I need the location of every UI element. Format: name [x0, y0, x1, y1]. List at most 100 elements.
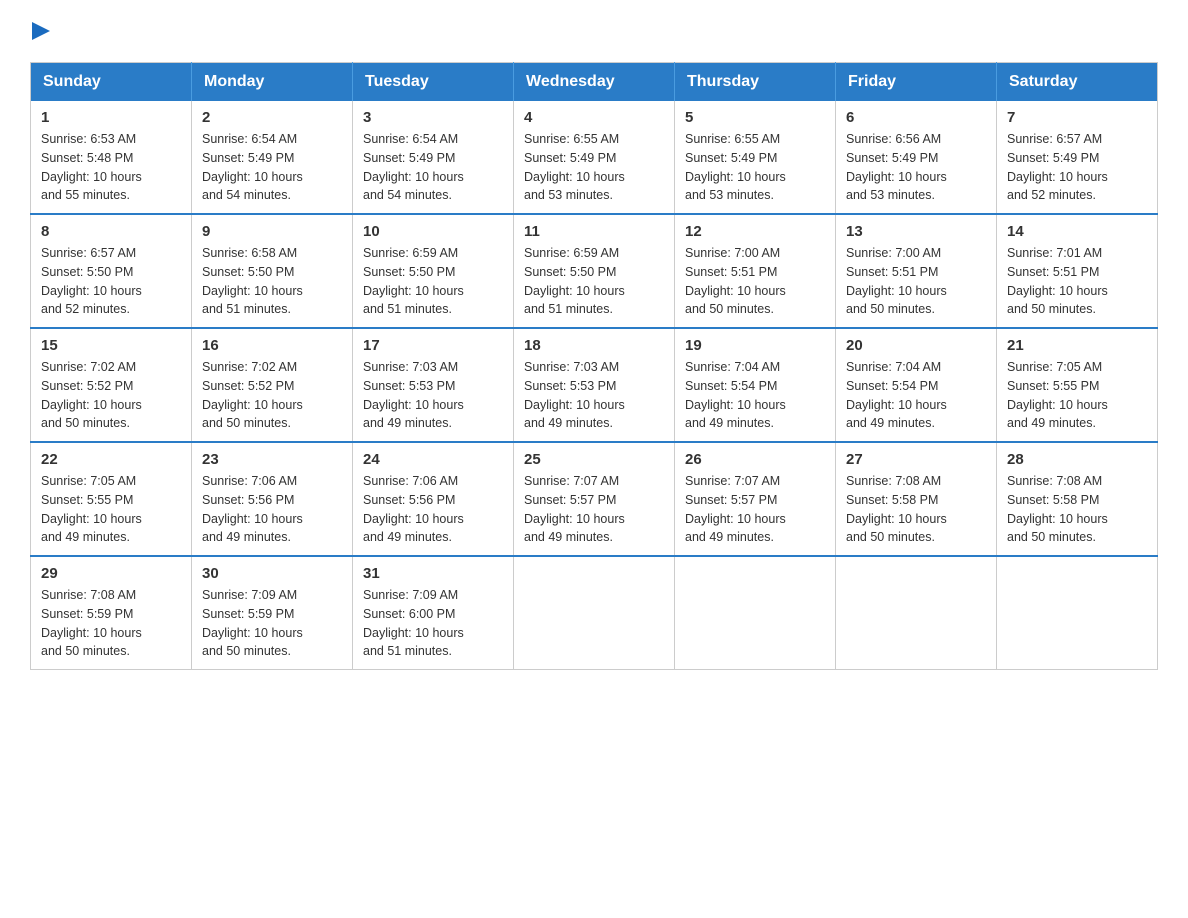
day-number: 4 [524, 109, 664, 126]
calendar-header-sunday: Sunday [31, 63, 192, 102]
calendar-cell: 20 Sunrise: 7:04 AMSunset: 5:54 PMDayligh… [836, 328, 997, 442]
calendar-cell: 19 Sunrise: 7:04 AMSunset: 5:54 PMDayligh… [675, 328, 836, 442]
calendar-cell: 31 Sunrise: 7:09 AMSunset: 6:00 PMDayligh… [353, 556, 514, 670]
calendar-header-wednesday: Wednesday [514, 63, 675, 102]
calendar-cell: 24 Sunrise: 7:06 AMSunset: 5:56 PMDayligh… [353, 442, 514, 556]
day-number: 18 [524, 337, 664, 354]
calendar-cell: 17 Sunrise: 7:03 AMSunset: 5:53 PMDayligh… [353, 328, 514, 442]
calendar-cell: 7Sunrise: 6:57 AMSunset: 5:49 PMDaylight… [997, 101, 1158, 214]
calendar-header-monday: Monday [192, 63, 353, 102]
calendar-week-row: 15 Sunrise: 7:02 AMSunset: 5:52 PMDayligh… [31, 328, 1158, 442]
calendar-cell: 1Sunrise: 6:53 AMSunset: 5:48 PMDaylight… [31, 101, 192, 214]
day-info: Sunrise: 7:07 AMSunset: 5:57 PMDaylight:… [685, 472, 825, 547]
day-number: 20 [846, 337, 986, 354]
day-number: 21 [1007, 337, 1147, 354]
calendar-cell: 12 Sunrise: 7:00 AMSunset: 5:51 PMDayligh… [675, 214, 836, 328]
day-info: Sunrise: 7:03 AMSunset: 5:53 PMDaylight:… [363, 358, 503, 433]
calendar-cell: 3Sunrise: 6:54 AMSunset: 5:49 PMDaylight… [353, 101, 514, 214]
calendar-cell [836, 556, 997, 670]
day-number: 16 [202, 337, 342, 354]
calendar-cell: 5Sunrise: 6:55 AMSunset: 5:49 PMDaylight… [675, 101, 836, 214]
calendar-cell: 8Sunrise: 6:57 AMSunset: 5:50 PMDaylight… [31, 214, 192, 328]
day-number: 5 [685, 109, 825, 126]
day-info: Sunrise: 7:03 AMSunset: 5:53 PMDaylight:… [524, 358, 664, 433]
day-info: Sunrise: 7:04 AMSunset: 5:54 PMDaylight:… [685, 358, 825, 433]
calendar-cell: 25 Sunrise: 7:07 AMSunset: 5:57 PMDayligh… [514, 442, 675, 556]
day-info: Sunrise: 6:54 AMSunset: 5:49 PMDaylight:… [363, 130, 503, 205]
day-number: 8 [41, 223, 181, 240]
day-number: 29 [41, 565, 181, 582]
calendar-cell: 28 Sunrise: 7:08 AMSunset: 5:58 PMDayligh… [997, 442, 1158, 556]
day-number: 22 [41, 451, 181, 468]
calendar-week-row: 22Sunrise: 7:05 AMSunset: 5:55 PMDayligh… [31, 442, 1158, 556]
day-number: 17 [363, 337, 503, 354]
calendar-cell [514, 556, 675, 670]
day-info: Sunrise: 7:01 AMSunset: 5:51 PMDaylight:… [1007, 244, 1147, 319]
day-number: 23 [202, 451, 342, 468]
day-info: Sunrise: 6:58 AMSunset: 5:50 PMDaylight:… [202, 244, 342, 319]
calendar-cell: 15Sunrise: 7:02 AMSunset: 5:52 PMDayligh… [31, 328, 192, 442]
calendar-table: SundayMondayTuesdayWednesdayThursdayFrid… [30, 62, 1158, 670]
calendar-cell: 16 Sunrise: 7:02 AMSunset: 5:52 PMDayligh… [192, 328, 353, 442]
day-number: 12 [685, 223, 825, 240]
day-number: 14 [1007, 223, 1147, 240]
calendar-cell: 27Sunrise: 7:08 AMSunset: 5:58 PMDayligh… [836, 442, 997, 556]
calendar-cell: 4 Sunrise: 6:55 AMSunset: 5:49 PMDaylight… [514, 101, 675, 214]
day-number: 30 [202, 565, 342, 582]
calendar-cell: 29 Sunrise: 7:08 AMSunset: 5:59 PMDayligh… [31, 556, 192, 670]
calendar-cell: 22Sunrise: 7:05 AMSunset: 5:55 PMDayligh… [31, 442, 192, 556]
logo-arrow-icon [30, 20, 52, 42]
day-info: Sunrise: 6:55 AMSunset: 5:49 PMDaylight:… [524, 130, 664, 205]
day-info: Sunrise: 7:02 AMSunset: 5:52 PMDaylight:… [202, 358, 342, 433]
day-number: 11 [524, 223, 664, 240]
calendar-cell: 26 Sunrise: 7:07 AMSunset: 5:57 PMDayligh… [675, 442, 836, 556]
calendar-cell: 13 Sunrise: 7:00 AMSunset: 5:51 PMDayligh… [836, 214, 997, 328]
day-info: Sunrise: 6:54 AMSunset: 5:49 PMDaylight:… [202, 130, 342, 205]
day-number: 19 [685, 337, 825, 354]
day-info: Sunrise: 6:59 AMSunset: 5:50 PMDaylight:… [524, 244, 664, 319]
calendar-cell [997, 556, 1158, 670]
calendar-cell: 21 Sunrise: 7:05 AMSunset: 5:55 PMDayligh… [997, 328, 1158, 442]
day-number: 25 [524, 451, 664, 468]
day-number: 26 [685, 451, 825, 468]
day-info: Sunrise: 7:00 AMSunset: 5:51 PMDaylight:… [846, 244, 986, 319]
day-info: Sunrise: 7:09 AMSunset: 6:00 PMDaylight:… [363, 586, 503, 661]
day-number: 9 [202, 223, 342, 240]
logo [30, 20, 100, 42]
day-info: Sunrise: 6:53 AMSunset: 5:48 PMDaylight:… [41, 130, 181, 205]
day-info: Sunrise: 7:04 AMSunset: 5:54 PMDaylight:… [846, 358, 986, 433]
calendar-header-saturday: Saturday [997, 63, 1158, 102]
calendar-header-tuesday: Tuesday [353, 63, 514, 102]
day-number: 13 [846, 223, 986, 240]
day-info: Sunrise: 7:00 AMSunset: 5:51 PMDaylight:… [685, 244, 825, 319]
day-info: Sunrise: 7:06 AMSunset: 5:56 PMDaylight:… [202, 472, 342, 547]
calendar-cell: 6Sunrise: 6:56 AMSunset: 5:49 PMDaylight… [836, 101, 997, 214]
day-number: 27 [846, 451, 986, 468]
day-number: 28 [1007, 451, 1147, 468]
calendar-header-friday: Friday [836, 63, 997, 102]
calendar-cell: 11 Sunrise: 6:59 AMSunset: 5:50 PMDayligh… [514, 214, 675, 328]
day-number: 10 [363, 223, 503, 240]
page-header [30, 20, 1158, 42]
calendar-cell: 14 Sunrise: 7:01 AMSunset: 5:51 PMDayligh… [997, 214, 1158, 328]
day-number: 2 [202, 109, 342, 126]
calendar-header-row: SundayMondayTuesdayWednesdayThursdayFrid… [31, 63, 1158, 102]
day-number: 31 [363, 565, 503, 582]
calendar-cell: 30 Sunrise: 7:09 AMSunset: 5:59 PMDayligh… [192, 556, 353, 670]
calendar-cell: 10 Sunrise: 6:59 AMSunset: 5:50 PMDayligh… [353, 214, 514, 328]
calendar-cell: 23 Sunrise: 7:06 AMSunset: 5:56 PMDayligh… [192, 442, 353, 556]
day-info: Sunrise: 6:56 AMSunset: 5:49 PMDaylight:… [846, 130, 986, 205]
day-info: Sunrise: 7:08 AMSunset: 5:59 PMDaylight:… [41, 586, 181, 661]
day-info: Sunrise: 7:05 AMSunset: 5:55 PMDaylight:… [1007, 358, 1147, 433]
calendar-cell: 18 Sunrise: 7:03 AMSunset: 5:53 PMDayligh… [514, 328, 675, 442]
day-info: Sunrise: 7:08 AMSunset: 5:58 PMDaylight:… [1007, 472, 1147, 547]
day-info: Sunrise: 7:07 AMSunset: 5:57 PMDaylight:… [524, 472, 664, 547]
day-info: Sunrise: 6:57 AMSunset: 5:49 PMDaylight:… [1007, 130, 1147, 205]
calendar-header-thursday: Thursday [675, 63, 836, 102]
day-number: 24 [363, 451, 503, 468]
day-info: Sunrise: 7:06 AMSunset: 5:56 PMDaylight:… [363, 472, 503, 547]
day-info: Sunrise: 6:59 AMSunset: 5:50 PMDaylight:… [363, 244, 503, 319]
day-info: Sunrise: 7:09 AMSunset: 5:59 PMDaylight:… [202, 586, 342, 661]
calendar-cell [675, 556, 836, 670]
day-number: 15 [41, 337, 181, 354]
